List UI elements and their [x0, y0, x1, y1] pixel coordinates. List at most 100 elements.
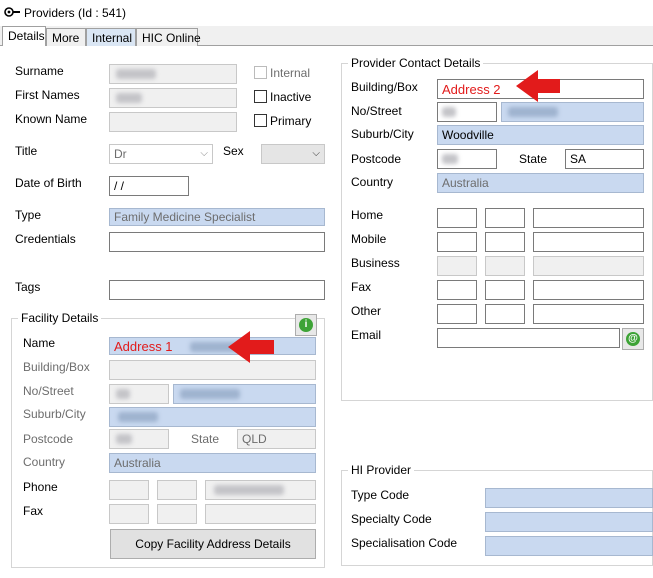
business-phone-area-field[interactable]	[437, 256, 477, 276]
facility-phone-label: Phone	[23, 480, 58, 494]
type-code-label: Type Code	[351, 488, 410, 502]
contact-street-label: No/Street	[351, 104, 402, 118]
facility-state-value: QLD	[242, 432, 267, 446]
facility-street-number-field[interactable]	[109, 384, 169, 404]
facility-suburb-label: Suburb/City	[23, 407, 86, 421]
facility-country-field[interactable]: Australia	[109, 453, 316, 473]
tab-more[interactable]: More	[46, 28, 86, 46]
other-phone-number-field[interactable]	[533, 304, 644, 324]
facility-phone-area-field[interactable]	[109, 480, 149, 500]
inactive-label: Inactive	[270, 90, 312, 104]
facility-building-label: Building/Box	[23, 360, 90, 374]
home-phone-number-field[interactable]	[533, 208, 644, 228]
tab-internal[interactable]: Internal	[86, 28, 136, 46]
facility-building-field[interactable]	[109, 360, 316, 380]
contact-suburb-value: Woodville	[442, 128, 494, 142]
primary-checkbox[interactable]	[254, 114, 267, 127]
facility-fax-prefix-field[interactable]	[157, 504, 197, 524]
known-name-label: Known Name	[15, 112, 88, 126]
home-phone-area-field[interactable]	[437, 208, 477, 228]
red-arrow-icon	[516, 70, 560, 102]
contact-street-number-field[interactable]	[437, 102, 497, 122]
facility-fax-number-field[interactable]	[205, 504, 316, 524]
facility-fax-area-field[interactable]	[109, 504, 149, 524]
business-phone-label: Business	[351, 256, 400, 270]
contact-country-value: Australia	[442, 176, 489, 190]
contact-fax-prefix-field[interactable]	[485, 280, 525, 300]
dob-value: / /	[114, 179, 125, 193]
contact-fax-label: Fax	[351, 280, 372, 294]
title-label: Title	[15, 144, 38, 158]
other-phone-prefix-field[interactable]	[485, 304, 525, 324]
contact-state-field[interactable]: SA	[565, 149, 644, 169]
known-name-field[interactable]	[109, 112, 237, 132]
other-phone-label: Other	[351, 304, 382, 318]
mobile-phone-prefix-field[interactable]	[485, 232, 525, 252]
email-label: Email	[351, 328, 382, 342]
inactive-checkbox[interactable]	[254, 90, 267, 103]
credentials-label: Credentials	[15, 232, 76, 246]
specialisation-code-label: Specialisation Code	[351, 536, 458, 550]
type-field[interactable]: Family Medicine Specialist	[109, 208, 325, 226]
contact-postcode-field[interactable]	[437, 149, 497, 169]
primary-label: Primary	[270, 114, 312, 128]
facility-name-field[interactable]: Address 1	[109, 337, 316, 355]
mobile-phone-area-field[interactable]	[437, 232, 477, 252]
tab-details[interactable]: Details	[2, 26, 46, 46]
business-phone-number-field[interactable]	[533, 256, 644, 276]
facility-street-name-field[interactable]	[173, 384, 316, 404]
mobile-phone-label: Mobile	[351, 232, 387, 246]
contact-street-name-field[interactable]	[501, 102, 644, 122]
contact-building-label: Building/Box	[351, 80, 418, 94]
home-phone-label: Home	[351, 208, 384, 222]
other-phone-area-field[interactable]	[437, 304, 477, 324]
facility-phone-prefix-field[interactable]	[157, 480, 197, 500]
chevron-down-icon: ⌵	[312, 148, 320, 159]
facility-phone-number-field[interactable]	[205, 480, 316, 500]
copy-facility-address-button[interactable]: Copy Facility Address Details	[110, 529, 316, 559]
specialty-code-field[interactable]	[485, 512, 653, 532]
sex-select[interactable]: ⌵	[261, 144, 325, 164]
credentials-field[interactable]	[109, 232, 325, 252]
facility-name-label: Name	[23, 336, 56, 350]
internal-checkbox[interactable]	[254, 66, 267, 79]
business-phone-prefix-field[interactable]	[485, 256, 525, 276]
contact-fax-number-field[interactable]	[533, 280, 644, 300]
facility-info-button[interactable]: i	[295, 314, 317, 336]
facility-country-value: Australia	[114, 456, 161, 470]
contact-suburb-field[interactable]: Woodville	[437, 125, 644, 145]
facility-state-label: State	[191, 432, 220, 446]
surname-label: Surname	[15, 64, 64, 78]
contact-state-label: State	[519, 152, 548, 166]
home-phone-prefix-field[interactable]	[485, 208, 525, 228]
type-code-field[interactable]	[485, 488, 653, 508]
contact-suburb-label: Suburb/City	[351, 127, 414, 141]
first-names-field[interactable]	[109, 88, 237, 108]
contact-postcode-label: Postcode	[351, 152, 402, 166]
email-at-icon: @	[626, 332, 640, 346]
tab-hic-online[interactable]: HIC Online	[136, 28, 201, 46]
specialty-code-label: Specialty Code	[351, 512, 432, 526]
app-icon	[4, 7, 20, 17]
title-value: Dr	[114, 147, 127, 161]
facility-suburb-field[interactable]	[109, 407, 316, 427]
facility-postcode-label: Postcode	[23, 432, 74, 446]
surname-field[interactable]	[109, 64, 237, 84]
specialisation-code-field[interactable]	[485, 536, 653, 556]
dob-field[interactable]: / /	[109, 176, 189, 196]
red-arrow-icon	[228, 331, 274, 363]
contact-fax-area-field[interactable]	[437, 280, 477, 300]
mobile-phone-number-field[interactable]	[533, 232, 644, 252]
contact-country-label: Country	[351, 175, 394, 189]
tags-field[interactable]	[109, 280, 325, 300]
email-field[interactable]	[437, 328, 620, 348]
facility-street-label: No/Street	[23, 384, 74, 398]
sex-label: Sex	[223, 144, 244, 158]
send-email-button[interactable]: @	[622, 328, 644, 350]
contact-country-field[interactable]: Australia	[437, 173, 644, 193]
facility-country-label: Country	[23, 455, 66, 469]
title-select[interactable]: Dr ⌵	[109, 144, 213, 164]
facility-state-field[interactable]: QLD	[237, 429, 316, 449]
type-value: Family Medicine Specialist	[114, 210, 256, 224]
facility-postcode-field[interactable]	[109, 429, 169, 449]
